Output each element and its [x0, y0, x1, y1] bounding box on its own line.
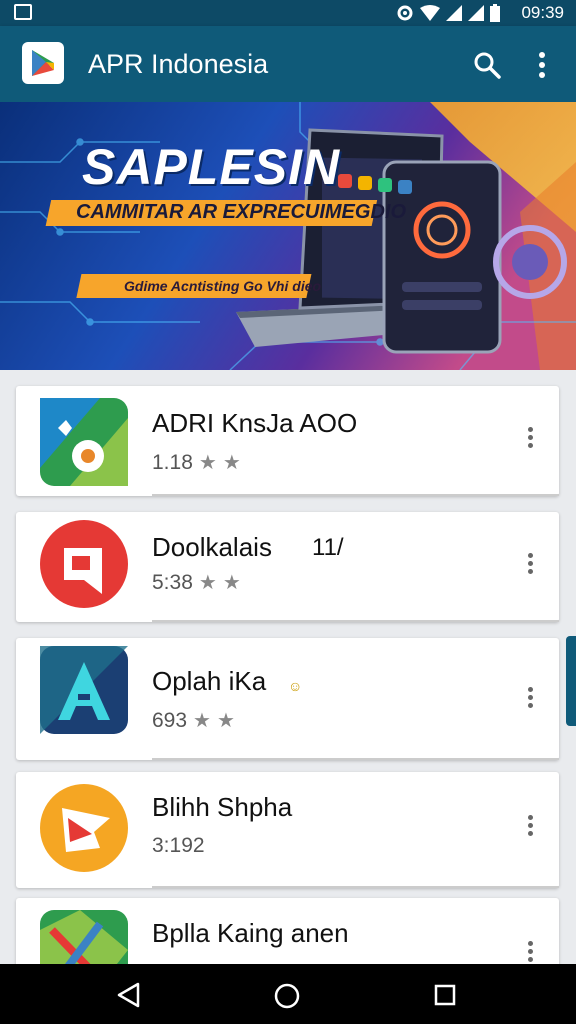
- page-title: APR Indonesia: [88, 49, 269, 79]
- list-item[interactable]: Bplla Kaing anen: [16, 898, 559, 964]
- more-vert-icon[interactable]: [526, 812, 534, 839]
- app-extra: 11/: [312, 534, 344, 561]
- app-meta: 693 ★ ★: [152, 708, 235, 733]
- app-name: Doolkalais: [152, 532, 272, 562]
- image-icon: [14, 4, 32, 20]
- app-meta: 5:38 ★ ★: [152, 570, 241, 595]
- app-name: Blihh Shpha: [152, 792, 293, 822]
- app-icon: [40, 398, 128, 486]
- more-vert-icon[interactable]: [526, 424, 534, 451]
- star-icon: ★: [198, 452, 217, 474]
- search-icon[interactable]: [472, 50, 502, 85]
- status-bar: 09:39: [0, 0, 576, 26]
- more-vert-icon[interactable]: [526, 684, 534, 711]
- app-rating: 5:38: [152, 570, 193, 594]
- star-icon: ★: [222, 572, 241, 594]
- divider: [152, 758, 559, 760]
- divider: [152, 494, 559, 496]
- emoji-icon: ☺: [288, 678, 303, 694]
- signal-icon: [446, 5, 462, 21]
- app-meta: 3:192: [152, 834, 205, 858]
- app-rating: 1.18: [152, 450, 193, 474]
- app-icon: [40, 910, 128, 964]
- app-name: Bplla Kaing anen: [152, 918, 349, 948]
- divider: [152, 886, 559, 888]
- list-item[interactable]: ADRI KnsJa AOO 1.18 ★ ★: [16, 386, 559, 496]
- navigation-bar: [0, 964, 576, 1024]
- app-icon: [40, 646, 128, 734]
- banner-headline: SAPLESIN: [82, 139, 341, 195]
- app-rating: 3:192: [152, 834, 205, 857]
- banner-tagline: Gdime Acntisting Go Vhi dieo: [124, 278, 322, 294]
- list-item[interactable]: Oplah iKa ☺ 693 ★ ★: [16, 638, 559, 760]
- list-item[interactable]: Doolkalais 11/ 5:38 ★ ★: [16, 512, 559, 622]
- banner-subheadline: CAMMITAR AR EXPRECUIMEGDIO: [76, 201, 406, 223]
- app-list: ADRI KnsJa AOO 1.18 ★ ★ Doolkalais 11/ 5…: [0, 370, 576, 964]
- app-meta: 1.18 ★ ★: [152, 450, 241, 475]
- promo-banner[interactable]: SAPLESIN CAMMITAR AR EXPRECUIMEGDIO Gdim…: [0, 102, 576, 370]
- app-name: Oplah iKa: [152, 666, 267, 696]
- app-icon: [40, 784, 128, 872]
- status-icons: [396, 4, 500, 22]
- clock: 09:39: [521, 3, 564, 22]
- app-bar: APR Indonesia: [0, 26, 576, 102]
- back-icon[interactable]: [116, 982, 140, 1013]
- recents-icon[interactable]: [434, 984, 456, 1011]
- settings-icon: [397, 5, 413, 21]
- list-item[interactable]: Blihh Shpha 3:192: [16, 772, 559, 888]
- star-icon: ★: [193, 710, 211, 732]
- more-vert-icon[interactable]: [526, 550, 534, 577]
- app-rating: 693: [152, 708, 188, 732]
- star-icon: ★: [198, 572, 217, 594]
- home-icon[interactable]: [274, 983, 300, 1014]
- signal-icon: [468, 5, 484, 21]
- divider: [152, 620, 559, 622]
- star-icon: ★: [222, 452, 241, 474]
- more-vert-icon[interactable]: [526, 938, 534, 964]
- scroll-handle[interactable]: [566, 636, 576, 726]
- more-vert-icon[interactable]: [536, 50, 548, 85]
- wifi-icon: [420, 5, 440, 21]
- app-icon: [40, 520, 128, 608]
- battery-icon: [490, 4, 500, 22]
- app-logo-icon: [22, 42, 64, 84]
- star-icon: ★: [216, 710, 235, 732]
- app-name: ADRI KnsJa AOO: [152, 408, 358, 438]
